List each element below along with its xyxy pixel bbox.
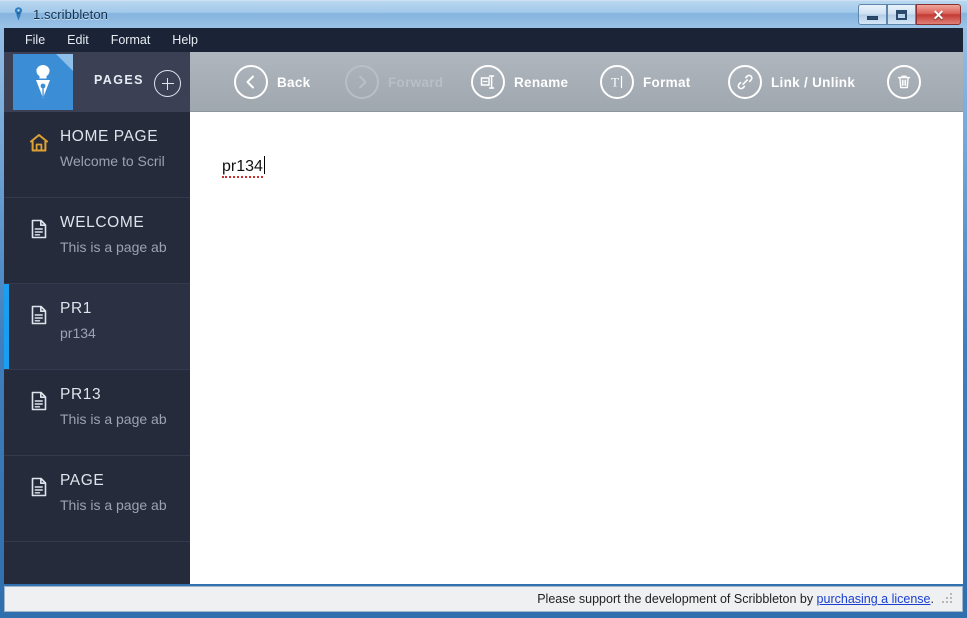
window-controls: ✕ [858, 4, 961, 26]
text-caret [263, 156, 266, 174]
document-icon [28, 390, 50, 417]
document-icon [28, 476, 50, 503]
status-message-text: Please support the development of Scribb… [537, 592, 817, 606]
window-title: 1.scribbleton [33, 7, 109, 22]
format-label: Format [643, 74, 691, 90]
editor-content[interactable]: pr134 [222, 156, 266, 178]
sidebar-item-title: HOME PAGE [60, 128, 159, 145]
selection-indicator [4, 284, 9, 369]
rename-label: Rename [514, 74, 569, 90]
sidebar-item-page[interactable]: PAGE This is a page ab [4, 456, 190, 542]
menu-edit[interactable]: Edit [56, 30, 100, 50]
sidebar-item-title: WELCOME [60, 214, 145, 231]
purchase-license-link[interactable]: purchasing a license [817, 592, 931, 606]
sidebar-item-welcome[interactable]: WELCOME This is a page ab [4, 198, 190, 284]
trash-icon [887, 65, 921, 99]
link-unlink-label: Link / Unlink [771, 74, 856, 90]
resize-grip[interactable] [942, 593, 954, 605]
toolbar: Back Forward Rename T Format Link / Unli… [190, 52, 963, 112]
text-format-icon: T [600, 65, 634, 99]
link-unlink-button[interactable]: Link / Unlink [728, 65, 855, 99]
application-window: 1.scribbleton ✕ File Edit Format Help PA… [0, 0, 967, 618]
sidebar-item-pr13[interactable]: PR13 This is a page ab [4, 370, 190, 456]
sidebar-item-subtitle: pr134 [60, 325, 96, 341]
sidebar-item-subtitle: This is a page ab [60, 497, 167, 513]
delete-button[interactable] [887, 65, 930, 99]
sidebar-item-subtitle: This is a page ab [60, 411, 167, 427]
menu-bar: File Edit Format Help [4, 28, 963, 52]
sidebar-item-subtitle: Welcome to Scril [60, 153, 165, 169]
maximize-icon [896, 9, 907, 20]
misspelled-word: pr134 [222, 158, 263, 178]
forward-button[interactable]: Forward [345, 65, 443, 99]
chevron-left-icon [234, 65, 268, 99]
close-button[interactable]: ✕ [916, 4, 961, 25]
sidebar-item-title: PR1 [60, 300, 92, 317]
rename-button[interactable]: Rename [471, 65, 568, 99]
status-message-suffix: . [930, 592, 934, 606]
pages-sidebar: PAGES HOME PAGE Welcome to Scril WELCOME… [4, 52, 190, 584]
sidebar-item-subtitle: This is a page ab [60, 239, 167, 255]
title-bar: 1.scribbleton ✕ [0, 0, 967, 28]
sidebar-item-title: PR13 [60, 386, 102, 403]
minimize-button[interactable] [858, 4, 887, 25]
sidebar-item-pr1[interactable]: PR1 pr134 [4, 284, 190, 370]
chevron-right-icon [345, 65, 379, 99]
status-bar: Please support the development of Scribb… [4, 586, 963, 612]
menu-file[interactable]: File [14, 30, 56, 50]
format-button[interactable]: T Format [600, 65, 691, 99]
minimize-icon [867, 15, 878, 20]
link-icon [728, 65, 762, 99]
document-icon [28, 218, 50, 245]
sidebar-item-home-page[interactable]: HOME PAGE Welcome to Scril [4, 112, 190, 198]
page-list: HOME PAGE Welcome to Scril WELCOME This … [4, 112, 190, 542]
status-message: Please support the development of Scribb… [537, 592, 934, 606]
pen-nib-icon [10, 6, 27, 23]
scribbleton-logo [13, 54, 73, 110]
back-label: Back [277, 74, 311, 90]
forward-label: Forward [388, 74, 444, 90]
add-page-button[interactable] [154, 70, 181, 97]
document-editor[interactable]: pr134 [190, 112, 963, 584]
maximize-button[interactable] [887, 4, 916, 25]
sidebar-header: PAGES [4, 52, 190, 112]
menu-help[interactable]: Help [161, 30, 209, 50]
close-icon: ✕ [932, 6, 945, 23]
svg-text:T: T [611, 75, 619, 90]
content-area: PAGES HOME PAGE Welcome to Scril WELCOME… [4, 52, 963, 584]
back-button[interactable]: Back [234, 65, 310, 99]
document-icon [28, 304, 50, 331]
menu-format[interactable]: Format [100, 30, 162, 50]
rename-icon [471, 65, 505, 99]
home-icon [28, 132, 50, 159]
sidebar-header-label: PAGES [94, 73, 144, 87]
sidebar-item-title: PAGE [60, 472, 105, 489]
